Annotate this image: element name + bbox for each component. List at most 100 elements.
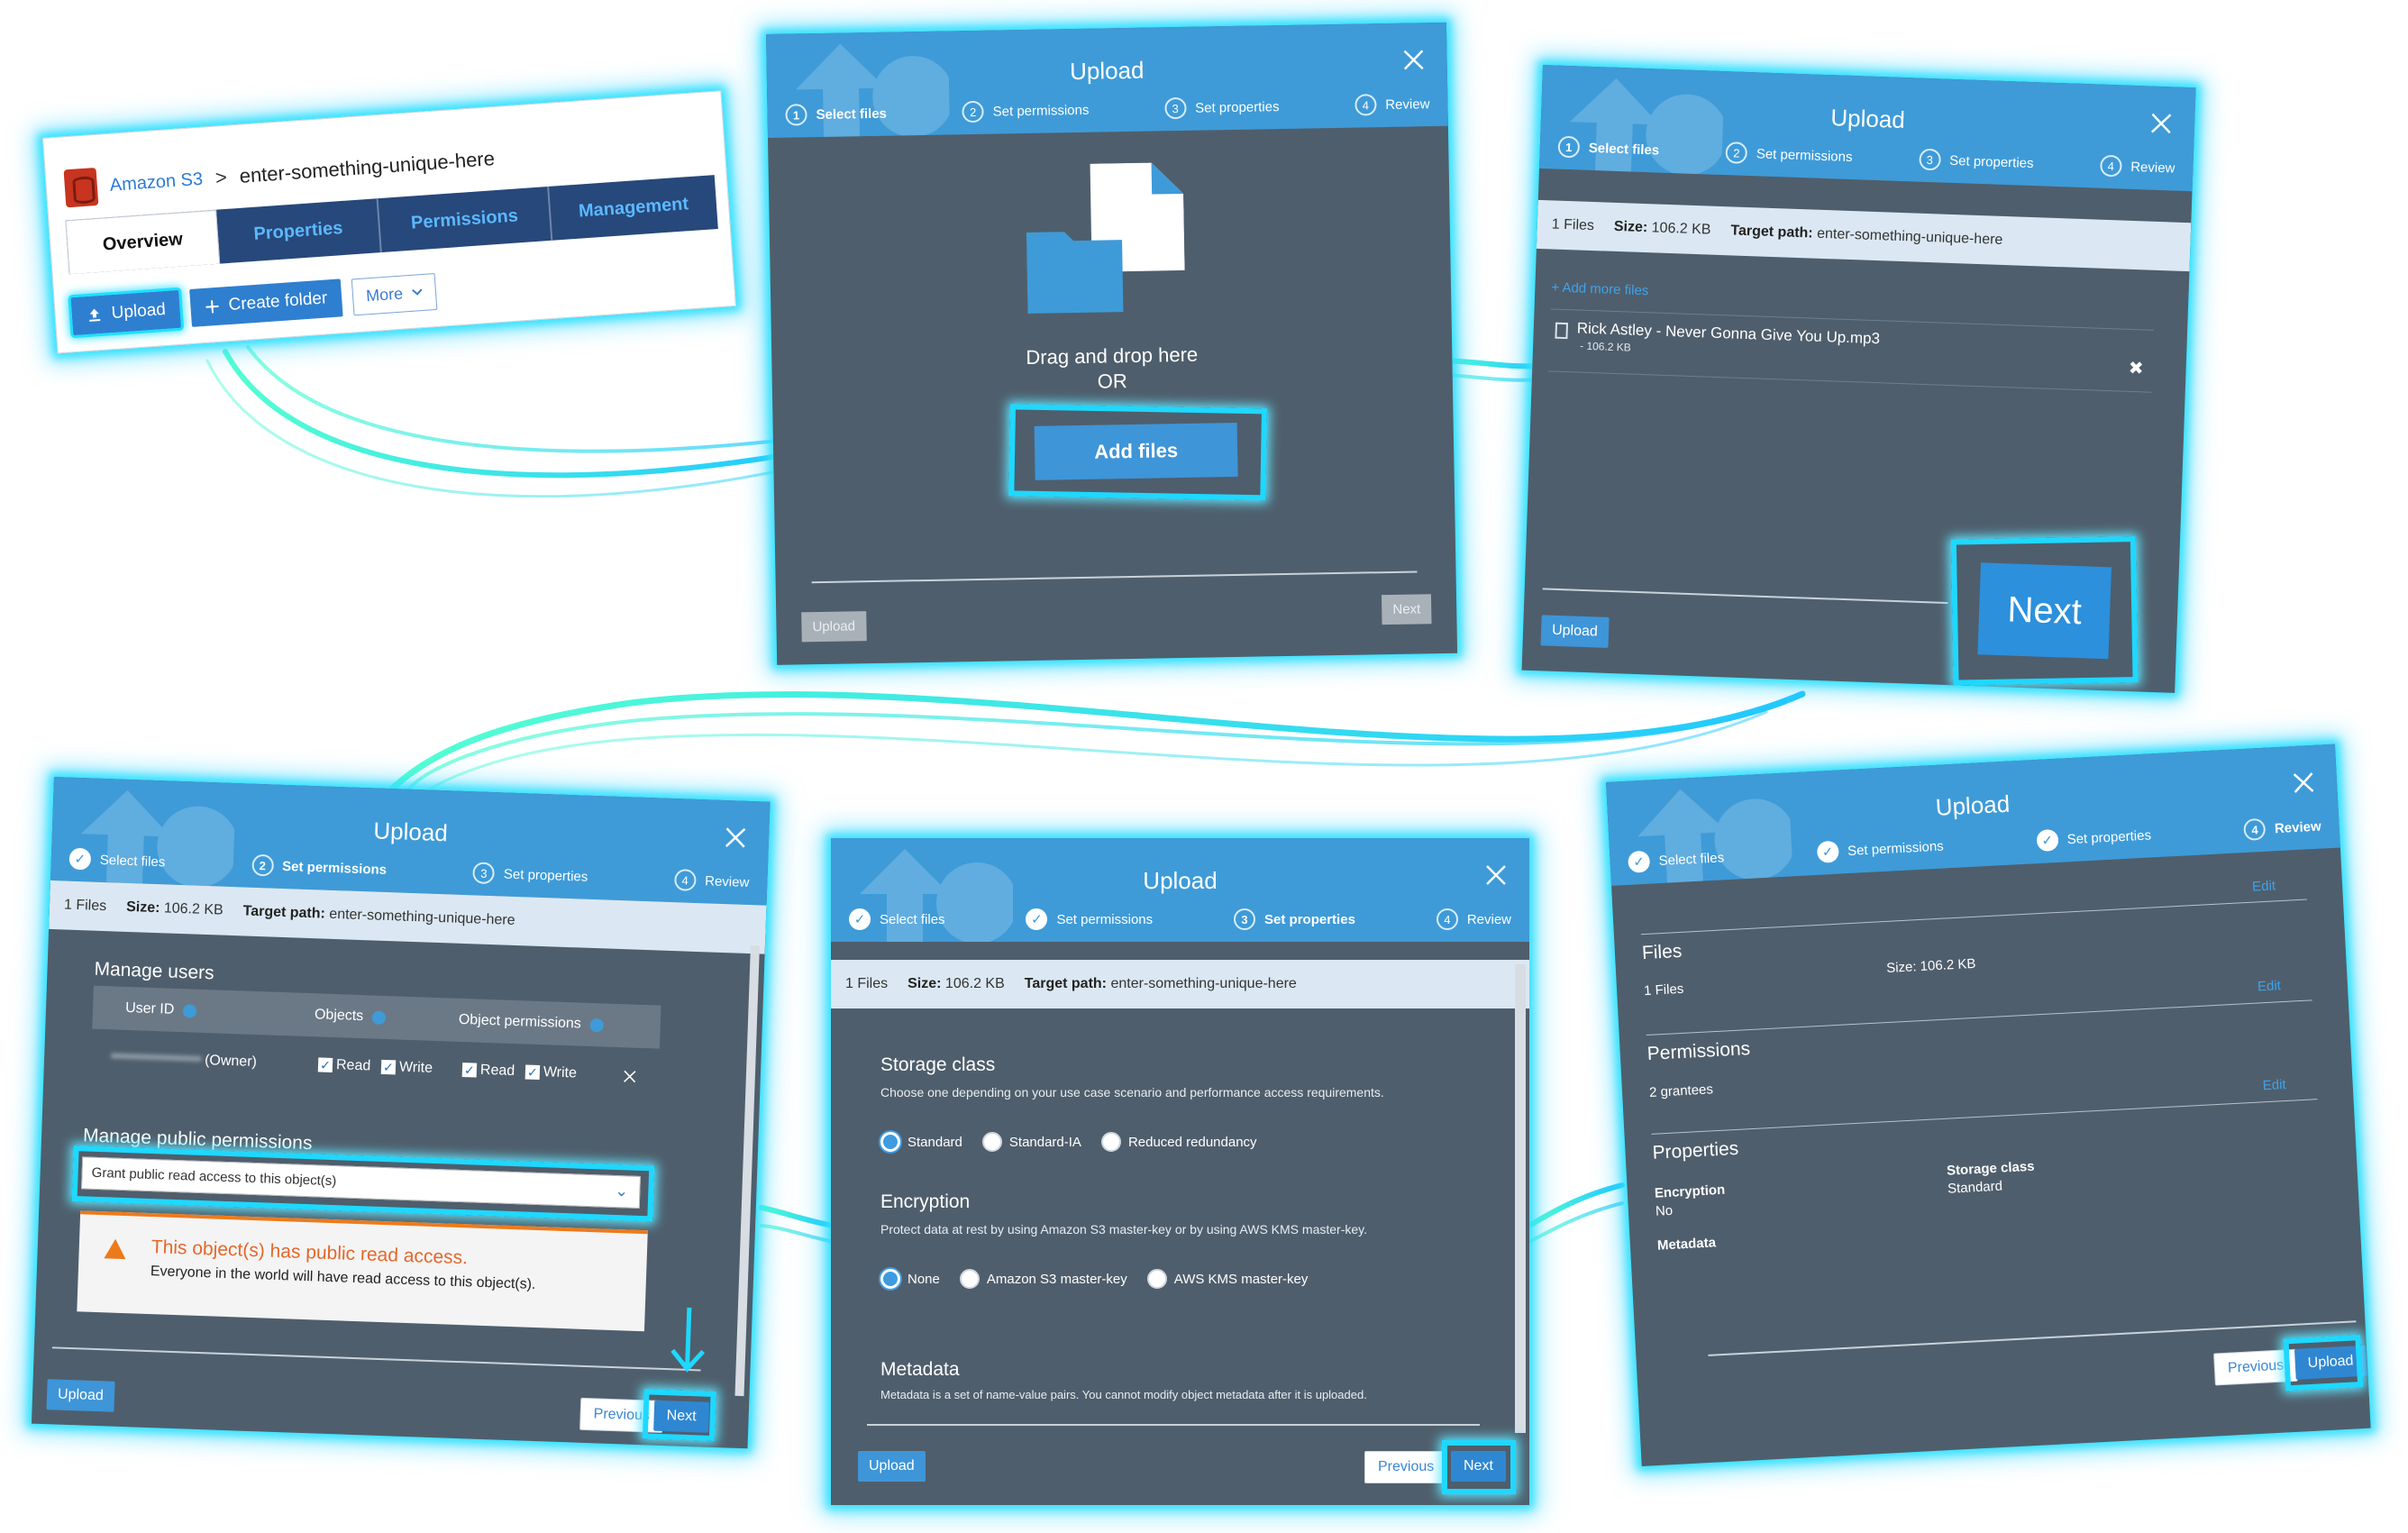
step-set-permissions[interactable]: ✓ Set permissions [1026,908,1153,930]
radio-kms-master-key[interactable]: AWS KMS master-key [1146,1269,1308,1289]
bucket-actions: Upload Create folder More [68,272,438,339]
edit-properties-link[interactable]: Edit [2262,1077,2286,1093]
remove-file-icon[interactable]: ✖ [2128,357,2144,380]
tab-properties[interactable]: Properties [216,198,382,264]
step-set-properties[interactable]: 3 Set properties [1234,908,1355,930]
radio-s3-master-key[interactable]: Amazon S3 master-key [959,1269,1127,1289]
ribbon-1b [246,345,813,453]
step-set-permissions[interactable]: 2 Set permissions [251,853,388,881]
breadcrumb-separator: > [214,165,228,189]
perm-write-checkbox[interactable]: ✓ Write [524,1063,577,1081]
upload-button-disabled[interactable]: Upload [801,611,867,643]
step-select-files[interactable]: ✓ Select files [849,908,945,930]
upload-set-properties-modal: Upload ✓ Select files ✓ Set permissions 3S… [831,838,1529,1505]
upload-files-added-modal: Upload 1 Select files 2 Set permissions 3S… [1521,65,2196,693]
col-user-id: User ID [125,1000,315,1023]
step-review[interactable]: 4 Review [673,869,750,893]
step-review[interactable]: 4 Review [2243,816,2321,842]
storage-class-value: Standard [1947,1178,2003,1197]
upload-icon [89,308,101,322]
tab-permissions[interactable]: Permissions [378,186,553,253]
step-select-files[interactable]: ✓ Select files [68,847,166,873]
add-files-button[interactable]: Add files [1034,422,1238,480]
close-icon[interactable] [1484,863,1508,887]
edit-permissions-link[interactable]: Edit [2258,978,2282,994]
footer-divider [1542,588,1948,605]
step-select-files[interactable]: 1 Select files [1557,135,1659,161]
upload-button[interactable]: Upload [858,1451,926,1482]
ribbon-2 [1435,358,1548,370]
radio-none[interactable]: None [880,1269,940,1289]
storage-class-heading: Storage class [880,1054,996,1075]
plus-icon [205,300,219,314]
modal-title: Upload [1143,867,1218,894]
next-button-disabled[interactable]: Next [1382,594,1432,625]
breadcrumb-s3-link[interactable]: Amazon S3 [109,169,204,196]
col-objects: Objects [315,1007,460,1028]
scrollbar[interactable] [1515,964,1526,1433]
file-icon [1555,322,1569,340]
size-info: Size: 106.2 KB [1613,218,1711,238]
section-divider [1651,1099,2318,1135]
next-button[interactable]: Next [1977,562,2112,660]
properties-heading: Properties [1651,1137,1739,1163]
step-set-properties[interactable]: 3 Set properties [1918,148,2034,174]
upload-watermark-icon [1569,78,1725,187]
upload-set-permissions-modal: Upload ✓ Select files 2 Set permissions 3S… [31,777,771,1449]
step-set-properties[interactable]: 3 Set properties [472,862,588,887]
close-icon[interactable] [2291,771,2315,795]
step-set-properties[interactable]: ✓ Set properties [2036,824,2151,853]
warning-title: This object(s) has public read access. [150,1236,469,1269]
ribbon-4 [759,1205,836,1228]
step-review[interactable]: 4 Review [2099,154,2175,179]
step-review[interactable]: 4 Review [1436,908,1511,930]
file-info-bar: 1 Files Size: 106.2 KB Target path: ente… [831,960,1529,1008]
upload-button[interactable]: Upload [1540,615,1610,648]
bucket-name: enter-something-unique-here [238,147,496,187]
info-icon [371,1009,387,1025]
objects-write-checkbox[interactable]: ✓ Write [380,1059,433,1077]
more-dropdown[interactable]: More [351,272,438,315]
remove-user-icon[interactable] [623,1069,638,1084]
users-table-header: User ID Objects Object permissions [92,985,661,1049]
radio-standard-ia[interactable]: Standard-IA [981,1132,1081,1152]
close-icon[interactable] [724,826,748,850]
add-more-files-link[interactable]: + Add more files [1551,279,1649,298]
encryption-options: None Amazon S3 master-key AWS KMS master… [880,1269,1308,1289]
step-set-permissions[interactable]: 2 Set permissions [1725,141,1853,168]
tab-management[interactable]: Management [549,175,718,241]
ribbon-3 [384,690,1806,797]
step-set-properties[interactable]: 3 Set properties [1163,96,1280,120]
edit-files-link[interactable]: Edit [2252,878,2276,894]
upload-button[interactable]: Upload [46,1379,115,1412]
files-count: 1 Files [845,976,889,991]
radio-reduced-redundancy[interactable]: Reduced redundancy [1100,1132,1257,1152]
close-icon[interactable] [2149,112,2174,136]
step-set-permissions[interactable]: 2 Set permissions [962,99,1090,123]
modal-header: Upload ✓ Select files ✓ Set permissions 3S… [831,838,1529,942]
info-icon [589,1017,605,1032]
more-label: More [365,284,404,305]
step-review[interactable]: 4 Review [1354,93,1430,116]
upload-highlight [2283,1335,2364,1392]
ribbon-3c [422,710,1768,795]
create-folder-button[interactable]: Create folder [189,278,343,327]
objects-read-checkbox[interactable]: ✓ Read [317,1056,371,1074]
radio-standard[interactable]: Standard [880,1132,962,1152]
close-icon[interactable] [1401,48,1425,71]
upload-button[interactable]: Upload [68,287,185,339]
footer-divider [51,1346,701,1372]
step-select-files[interactable]: 1 Select files [785,103,887,126]
previous-button[interactable]: Previous [1364,1451,1448,1483]
s3-logo-icon [63,167,99,208]
redacted-user-id [111,1053,202,1062]
encryption-heading: Encryption [880,1191,971,1212]
storage-class-options: Standard Standard-IA Reduced redundancy [880,1132,1257,1152]
file-size: - 106.2 KB [1579,339,1632,354]
create-folder-label: Create folder [227,288,328,315]
step-set-permissions[interactable]: ✓ Set permissions [1816,835,1945,863]
upload-label: Upload [111,299,167,324]
perm-read-checkbox[interactable]: ✓ Read [461,1062,515,1080]
review-files-count: 1 Files [1643,981,1684,999]
tab-overview[interactable]: Overview [65,209,221,275]
